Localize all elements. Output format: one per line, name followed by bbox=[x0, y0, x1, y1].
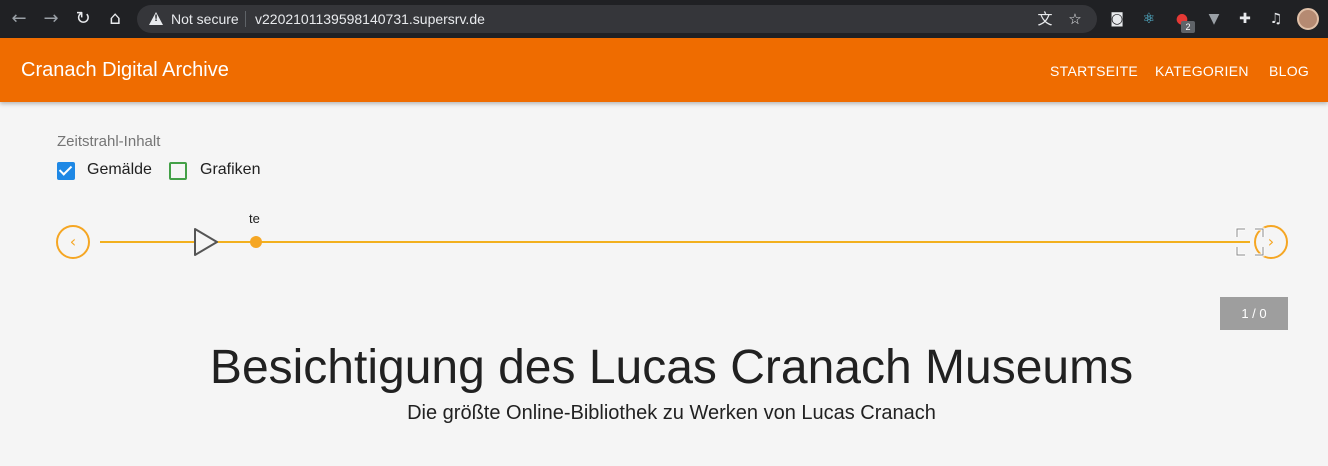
extension-badge: 2 bbox=[1181, 21, 1195, 33]
browser-toolbar: ← → ↻ ⌂ Not secure v2202101139598140731.… bbox=[0, 0, 1328, 38]
app-bar: Cranach Digital Archive STARTSEITE KATEG… bbox=[0, 38, 1328, 102]
app-title[interactable]: Cranach Digital Archive bbox=[21, 59, 229, 82]
camera-extension-icon[interactable]: ◙ bbox=[1107, 9, 1127, 29]
grafiken-label[interactable]: Grafiken bbox=[200, 161, 260, 179]
security-label[interactable]: Not secure bbox=[171, 11, 239, 27]
warning-icon[interactable] bbox=[149, 12, 163, 25]
extensions-puzzle-icon[interactable]: ✚ bbox=[1235, 9, 1255, 29]
address-bar[interactable]: Not secure v2202101139598140731.supersrv… bbox=[137, 5, 1097, 33]
play-icon[interactable] bbox=[192, 226, 220, 258]
back-icon[interactable]: ← bbox=[8, 8, 30, 30]
translate-icon[interactable]: 文 bbox=[1035, 9, 1055, 29]
timeline-event-marker[interactable] bbox=[250, 236, 262, 248]
gemaelde-label[interactable]: Gemälde bbox=[87, 161, 152, 179]
timeline-track bbox=[100, 241, 1250, 243]
timeline-prev-button[interactable]: ‹ bbox=[56, 225, 90, 259]
react-devtools-icon[interactable]: ⚛ bbox=[1139, 9, 1159, 29]
slide-counter: 1 / 0 bbox=[1220, 297, 1288, 330]
profile-avatar[interactable] bbox=[1297, 8, 1319, 30]
home-icon[interactable]: ⌂ bbox=[104, 8, 126, 30]
timeline-event-label: te bbox=[249, 211, 260, 226]
grafiken-checkbox[interactable] bbox=[169, 162, 187, 180]
reload-icon[interactable]: ↻ bbox=[72, 8, 94, 30]
fullscreen-icon[interactable] bbox=[1234, 226, 1266, 258]
nav-kategorien[interactable]: KATEGORIEN bbox=[1155, 63, 1249, 79]
vue-devtools-icon[interactable]: ▼ bbox=[1204, 9, 1224, 29]
bookmark-star-icon[interactable]: ☆ bbox=[1065, 9, 1085, 29]
media-queue-icon[interactable]: ♫ bbox=[1266, 9, 1286, 29]
url-text[interactable]: v2202101139598140731.supersrv.de bbox=[255, 11, 485, 27]
nav-blog[interactable]: BLOG bbox=[1269, 63, 1309, 79]
page-subtitle: Die größte Online-Bibliothek zu Werken v… bbox=[407, 402, 936, 424]
page-title: Besichtigung des Lucas Cranach Museums bbox=[209, 341, 1134, 394]
nav-startseite[interactable]: STARTSEITE bbox=[1050, 63, 1138, 79]
timeline-filter-label: Zeitstrahl-Inhalt bbox=[57, 133, 161, 150]
omnibox-divider bbox=[245, 11, 246, 27]
gemaelde-checkbox[interactable] bbox=[57, 162, 75, 180]
forward-icon[interactable]: → bbox=[40, 8, 62, 30]
